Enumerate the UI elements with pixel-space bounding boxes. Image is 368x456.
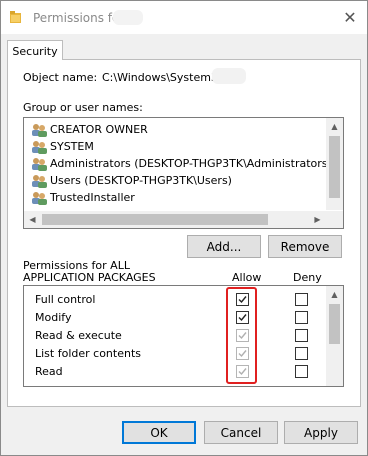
redacted-title-segment [113, 10, 143, 25]
permissions-scrollbar[interactable]: ▲ [326, 286, 343, 386]
permission-label: Modify [35, 310, 72, 324]
permissions-label-line2: APPLICATION PACKAGES [23, 271, 156, 284]
users-icon [32, 140, 47, 154]
permission-label: Read [35, 364, 63, 378]
cancel-button-label: Cancel [220, 425, 262, 440]
scroll-up-icon[interactable]: ▲ [326, 286, 343, 303]
add-button-label: Add... [206, 239, 242, 254]
users-icon [32, 157, 47, 171]
list-item[interactable]: Users (DESKTOP-THGP3TK\Users) [31, 172, 232, 189]
folder-icon [10, 11, 21, 23]
full-control-deny-checkbox[interactable] [295, 293, 308, 306]
object-name-label: Object name: [23, 71, 98, 84]
remove-button-label: Remove [280, 239, 330, 254]
close-icon: ✕ [343, 7, 357, 27]
title-bar: Permissions for ✕ [1, 1, 367, 34]
list-item[interactable]: CREATOR OWNER [31, 121, 148, 138]
permission-row: Modify [35, 308, 71, 326]
group-names-label: Group or user names: [23, 101, 143, 114]
permission-row: List folder contents [35, 344, 141, 362]
apply-button-label: Apply [304, 425, 338, 440]
tab-security[interactable]: Security [7, 40, 63, 61]
permission-label: Full control [35, 292, 96, 306]
permissions-list: Full control Modify Read & execute List … [23, 285, 344, 387]
permission-label: Read & execute [35, 328, 122, 342]
scroll-thumb[interactable] [329, 304, 340, 344]
list-item-label: Users (DESKTOP-THGP3TK\Users) [50, 174, 232, 187]
users-icon [32, 174, 47, 188]
close-button[interactable]: ✕ [337, 5, 363, 29]
window-title: Permissions for [33, 11, 125, 25]
allow-column-header: Allow [232, 271, 262, 284]
permission-label: List folder contents [35, 346, 141, 360]
ok-button-label: OK [150, 425, 168, 440]
add-button[interactable]: Add... [187, 235, 261, 258]
scroll-right-icon[interactable]: ▶ [309, 211, 326, 228]
list-item-label: TrustedInstaller [50, 191, 135, 204]
list-item-label: Administrators (DESKTOP-THGP3TK\Administ… [50, 157, 332, 170]
list-item-label: CREATOR OWNER [50, 123, 148, 136]
scroll-left-icon[interactable]: ◀ [24, 211, 41, 228]
modify-deny-checkbox[interactable] [295, 311, 308, 324]
permission-row: Read & execute [35, 326, 122, 344]
tab-security-label: Security [12, 44, 58, 58]
users-icon [32, 123, 47, 137]
scroll-thumb[interactable] [329, 136, 340, 198]
list-item-label: SYSTEM [50, 140, 94, 153]
list-item[interactable]: Administrators (DESKTOP-THGP3TK\Administ… [31, 155, 332, 172]
scroll-thumb[interactable] [42, 214, 268, 225]
remove-button[interactable]: Remove [268, 235, 342, 258]
list-item[interactable]: SYSTEM [31, 138, 94, 155]
apply-button[interactable]: Apply [284, 421, 358, 444]
horizontal-scrollbar[interactable]: ◀ ▶ [24, 211, 343, 228]
scroll-up-icon[interactable]: ▲ [326, 118, 343, 135]
vertical-scrollbar[interactable]: ▲ [326, 118, 343, 210]
list-item[interactable]: TrustedInstaller [31, 189, 135, 206]
allow-column-highlight [226, 287, 257, 384]
redacted-object-segment [212, 68, 246, 84]
users-icon [32, 191, 47, 205]
object-name-value: C:\Windows\System32\ [102, 71, 229, 84]
permission-row: Read [35, 362, 63, 380]
group-user-list[interactable]: CREATOR OWNER SYSTEM Administrators (DES… [23, 117, 344, 229]
deny-column-header: Deny [293, 271, 322, 284]
cancel-button[interactable]: Cancel [204, 421, 278, 444]
ok-button[interactable]: OK [122, 421, 196, 444]
list-folder-deny-checkbox[interactable] [295, 347, 308, 360]
read-execute-deny-checkbox[interactable] [295, 329, 308, 342]
read-deny-checkbox[interactable] [295, 365, 308, 378]
permission-row: Full control [35, 290, 95, 308]
